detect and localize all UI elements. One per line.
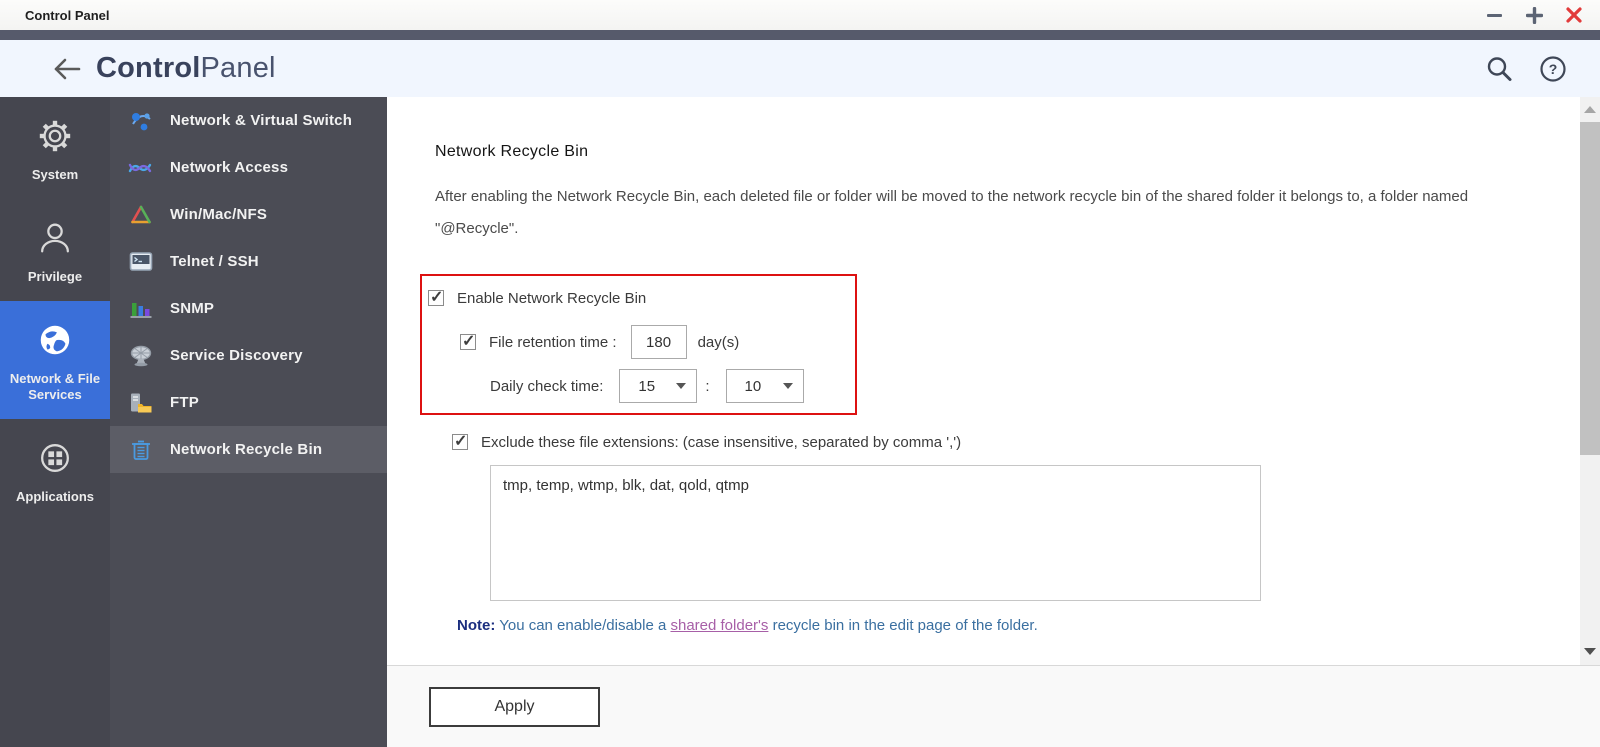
help-icon[interactable]: ? — [1539, 55, 1567, 83]
vertical-scrollbar[interactable] — [1580, 97, 1600, 665]
page-title-bold: Control — [96, 52, 201, 84]
gear-icon — [39, 120, 71, 152]
terminal-icon — [129, 251, 153, 271]
minimize-icon — [1486, 13, 1502, 17]
page-title-light: Panel — [200, 52, 276, 84]
menu-item-label: Network & Virtual Switch — [170, 112, 353, 129]
menu-item-win-mac-nfs[interactable]: Win/Mac/NFS — [110, 191, 387, 238]
sidebar-item-label: System — [31, 167, 79, 182]
menu-item-label: Win/Mac/NFS — [170, 206, 268, 223]
control-panel-window: Control Panel ControlPanel ? System Priv… — [0, 0, 1600, 747]
menu-item-label: Network Access — [170, 159, 289, 176]
chevron-down-icon — [782, 383, 793, 389]
menu-item-label: Service Discovery — [170, 347, 303, 364]
sidebar-item-network-file-services[interactable]: Network & File Services — [0, 301, 110, 419]
menu-item-network-access[interactable]: Network Access — [110, 144, 387, 191]
retention-days-input[interactable] — [630, 325, 687, 359]
exclude-extensions-checkbox[interactable] — [452, 431, 468, 451]
menu-item-telnet-ssh[interactable]: Telnet / SSH — [110, 238, 387, 285]
virtual-switch-icon — [132, 112, 151, 130]
menu-item-network-virtual-switch[interactable]: Network & Virtual Switch — [110, 97, 387, 144]
chevron-down-icon — [676, 383, 687, 389]
menu-item-snmp[interactable]: SNMP — [110, 285, 387, 332]
sidebar-item-privilege[interactable]: Privilege — [0, 199, 110, 301]
win-mac-nfs-icon — [131, 205, 151, 223]
sidebar-item-system[interactable]: System — [0, 97, 110, 199]
search-icon[interactable] — [1485, 55, 1513, 83]
globe-icon — [40, 325, 70, 355]
sidebar-item-label: Privilege — [27, 269, 83, 284]
file-retention-row: File retention time : day(s) — [460, 325, 855, 359]
titlebar: Control Panel — [0, 0, 1600, 30]
plus-icon — [1525, 6, 1543, 24]
app-body: System Privilege Network & File Services… — [0, 97, 1600, 747]
enable-recycle-bin-row: Enable Network Recycle Bin — [428, 283, 855, 313]
enable-recycle-bin-label: Enable Network Recycle Bin — [457, 289, 647, 307]
window-controls — [1485, 6, 1583, 24]
minimize-button[interactable] — [1485, 6, 1503, 24]
page-title: ControlPanel — [96, 52, 276, 85]
scrollbar-thumb[interactable] — [1580, 122, 1600, 455]
network-access-icon — [128, 163, 152, 172]
bar-chart-icon — [130, 302, 152, 318]
settings-panel: Network Recycle Bin After enabling the N… — [387, 97, 1580, 665]
daily-check-hour-select[interactable]: 15 — [619, 369, 698, 403]
maximize-button[interactable] — [1525, 6, 1543, 24]
note-label: Note: — [457, 617, 496, 634]
scroll-up-arrow-icon[interactable] — [1584, 106, 1596, 113]
sidebar-item-applications[interactable]: Applications — [0, 419, 110, 521]
exclude-extensions-label: Exclude these file extensions: (case ins… — [481, 433, 962, 451]
apply-button[interactable]: Apply — [429, 687, 600, 727]
menu-item-network-recycle-bin[interactable]: Network Recycle Bin — [110, 426, 387, 473]
file-retention-checkbox[interactable] — [460, 331, 476, 351]
hour-value: 15 — [638, 377, 656, 395]
daily-check-minute-select[interactable]: 10 — [725, 369, 804, 403]
time-separator: : — [705, 377, 710, 395]
ftp-server-folder-icon — [131, 393, 152, 412]
radar-dish-icon — [130, 345, 152, 366]
menu-item-label: FTP — [170, 394, 199, 411]
menu-item-service-discovery[interactable]: Service Discovery — [110, 332, 387, 379]
menu-item-ftp[interactable]: FTP — [110, 379, 387, 426]
main-row: Network Recycle Bin After enabling the N… — [387, 97, 1600, 665]
svg-text:?: ? — [1549, 61, 1558, 77]
note: Note: You can enable/disable a shared fo… — [457, 617, 1580, 634]
scroll-down-arrow-icon[interactable] — [1584, 648, 1596, 655]
menu-item-label: Telnet / SSH — [170, 253, 259, 270]
apps-grid-icon — [41, 444, 69, 472]
close-icon — [1566, 7, 1582, 23]
secondary-sidebar: Network & Virtual Switch Network Access — [110, 97, 387, 747]
window-accent-strip — [0, 30, 1600, 40]
header-icons: ? — [1485, 55, 1567, 83]
close-button[interactable] — [1565, 6, 1583, 24]
daily-check-time-row: Daily check time: 15 : 10 — [490, 369, 855, 403]
highlighted-settings-group: Enable Network Recycle Bin File retentio… — [420, 274, 857, 415]
exclude-extensions-row: Exclude these file extensions: (case ins… — [452, 427, 1580, 457]
section-description: After enabling the Network Recycle Bin, … — [435, 188, 1469, 237]
minute-value: 10 — [744, 377, 762, 395]
excluded-extensions-textarea[interactable]: tmp, temp, wtmp, blk, dat, qold, qtmp — [490, 465, 1261, 601]
note-text-after: recycle bin in the edit page of the fold… — [768, 617, 1038, 634]
sidebar-item-label: Network & File Services — [9, 371, 101, 402]
window-title: Control Panel — [25, 7, 110, 23]
section-heading: Network Recycle Bin — [435, 143, 589, 160]
sidebar-item-label: Applications — [15, 489, 94, 504]
footer-bar: Apply — [387, 665, 1600, 747]
recycle-bin-icon — [132, 440, 150, 460]
menu-item-label: Network Recycle Bin — [170, 441, 323, 458]
retention-unit-label: day(s) — [697, 333, 740, 351]
file-retention-label: File retention time : — [489, 333, 617, 351]
enable-recycle-bin-checkbox[interactable] — [428, 287, 444, 307]
primary-sidebar: System Privilege Network & File Services… — [0, 97, 110, 747]
shared-folder-link[interactable]: shared folder's — [670, 617, 768, 634]
back-arrow-icon[interactable] — [52, 57, 82, 81]
main-column: Network Recycle Bin After enabling the N… — [387, 97, 1600, 747]
user-icon — [41, 223, 69, 253]
menu-item-label: SNMP — [170, 300, 215, 317]
daily-check-label: Daily check time: — [490, 377, 604, 395]
note-text-before: You can enable/disable a — [495, 617, 671, 634]
app-header: ControlPanel ? — [0, 40, 1600, 97]
